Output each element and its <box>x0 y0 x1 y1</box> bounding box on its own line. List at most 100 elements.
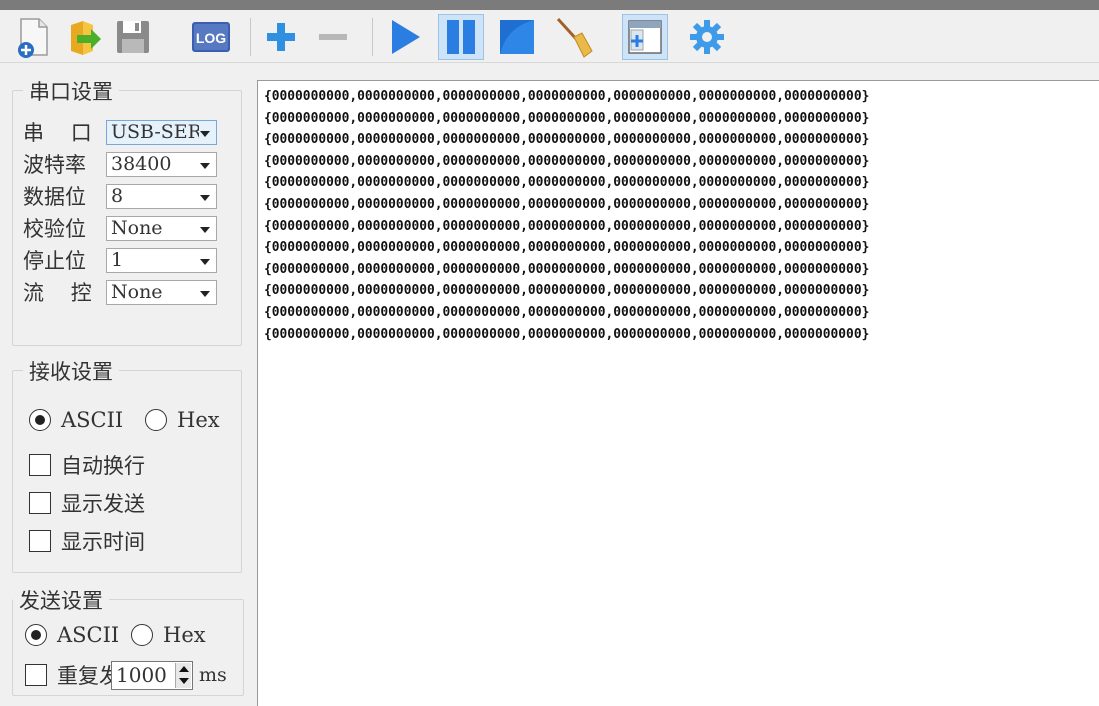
settings-gear-icon <box>690 20 724 54</box>
receive-line: {0000000000,0000000000,0000000000,000000… <box>264 283 870 299</box>
port-select[interactable]: USB-SER <box>106 119 217 145</box>
chevron-down-icon <box>200 290 210 297</box>
showtime-option[interactable]: 显示时间 <box>29 526 145 556</box>
showsend-label: 显示发送 <box>61 492 145 516</box>
settings-panel: 串口设置 串 口 USB-SER 波特率 38400 数据位 8 校验位 Non… <box>0 63 257 706</box>
flow-select[interactable]: None <box>106 279 217 305</box>
chevron-down-icon <box>200 130 210 137</box>
baud-select[interactable]: 38400 <box>106 151 217 177</box>
new-file-icon <box>18 18 48 58</box>
play-button[interactable] <box>382 14 428 60</box>
stopbits-label: 停止位 <box>23 249 86 273</box>
pause-button[interactable] <box>438 14 484 60</box>
settings-button[interactable] <box>684 14 730 60</box>
receive-line: {0000000000,0000000000,0000000000,000000… <box>264 110 870 126</box>
add-window-button[interactable] <box>622 14 668 60</box>
save-disk-icon <box>117 21 149 53</box>
log-button[interactable]: LOG <box>188 14 234 60</box>
receive-settings-title: 接收设置 <box>23 356 119 386</box>
spin-buttons[interactable] <box>175 662 191 688</box>
databits-value: 8 <box>111 185 124 207</box>
repeat-interval-spinbox[interactable]: 1000 <box>111 660 193 690</box>
receive-line: {0000000000,0000000000,0000000000,000000… <box>264 261 870 277</box>
receive-hex-label: Hex <box>177 408 220 432</box>
port-row: 串 口 USB-SER <box>23 117 217 147</box>
remove-icon <box>319 34 347 40</box>
receive-line: {0000000000,0000000000,0000000000,000000… <box>264 218 870 234</box>
port-label: 串 口 <box>23 121 92 145</box>
log-icon: LOG <box>192 22 230 52</box>
send-settings-group: 发送设置 ASCII Hex 重复发 1000 ms <box>12 585 244 696</box>
receive-line: {0000000000,0000000000,0000000000,000000… <box>264 89 870 104</box>
receive-line: {0000000000,0000000000,0000000000,000000… <box>264 326 870 342</box>
send-ascii-radio[interactable] <box>25 624 47 646</box>
chevron-down-icon <box>200 258 210 265</box>
add-icon <box>267 23 295 51</box>
databits-label: 数据位 <box>23 185 86 209</box>
receive-text-area[interactable]: {0000000000,0000000000,0000000000,000000… <box>257 80 1099 706</box>
chevron-down-icon <box>200 162 210 169</box>
add-button[interactable] <box>258 14 304 60</box>
serial-settings-title: 串口设置 <box>23 76 119 106</box>
baud-label: 波特率 <box>23 153 86 177</box>
spin-up-icon[interactable] <box>178 665 189 672</box>
receive-ascii-radio[interactable] <box>29 409 51 431</box>
receive-hex-radio[interactable] <box>145 409 167 431</box>
stopbits-value: 1 <box>111 249 124 271</box>
clear-button[interactable] <box>550 14 596 60</box>
send-hex-radio[interactable] <box>131 624 153 646</box>
databits-select[interactable]: 8 <box>106 183 217 209</box>
toolbar: LOG <box>0 10 1099 63</box>
autowrap-checkbox[interactable] <box>29 454 51 476</box>
send-hex-label: Hex <box>163 623 206 647</box>
stop-button[interactable] <box>494 14 540 60</box>
baud-row: 波特率 38400 <box>23 149 217 179</box>
send-ascii-label: ASCII <box>57 623 120 647</box>
repeat-interval-value: 1000 <box>116 663 167 687</box>
spin-down-icon[interactable] <box>178 678 189 685</box>
toolbar-separator <box>250 18 251 56</box>
autowrap-label: 自动换行 <box>61 454 145 478</box>
databits-row: 数据位 8 <box>23 181 217 211</box>
receive-ascii-option[interactable]: ASCII <box>29 408 123 432</box>
repeat-unit-label: ms <box>199 664 227 686</box>
log-icon-text: LOG <box>196 30 226 46</box>
repeat-option: 重复发 1000 ms <box>25 660 227 690</box>
receive-line: {0000000000,0000000000,0000000000,000000… <box>264 240 870 256</box>
receive-ascii-label: ASCII <box>61 408 124 432</box>
showsend-checkbox[interactable] <box>29 492 51 514</box>
pause-icon <box>447 20 475 54</box>
chevron-down-icon <box>200 194 210 201</box>
send-settings-title: 发送设置 <box>13 585 109 615</box>
receive-line: {0000000000,0000000000,0000000000,000000… <box>264 196 870 212</box>
remove-button[interactable] <box>310 14 356 60</box>
showsend-option[interactable]: 显示发送 <box>29 488 145 518</box>
receive-line: {0000000000,0000000000,0000000000,000000… <box>264 175 870 191</box>
autowrap-option[interactable]: 自动换行 <box>29 450 145 480</box>
receive-line: {0000000000,0000000000,0000000000,000000… <box>264 153 870 169</box>
receive-line: {0000000000,0000000000,0000000000,000000… <box>264 304 870 320</box>
stopbits-select[interactable]: 1 <box>106 247 217 273</box>
broom-icon <box>556 17 593 58</box>
parity-row: 校验位 None <box>23 213 217 243</box>
send-hex-option[interactable]: Hex <box>131 623 206 647</box>
receive-hex-option[interactable]: Hex <box>145 408 220 432</box>
receive-settings-group: 接收设置 ASCII Hex 自动换行 显示发送 显示时间 <box>12 356 242 573</box>
flow-row: 流 控 None <box>23 277 217 307</box>
new-file-button[interactable] <box>10 14 56 60</box>
play-icon <box>392 20 420 54</box>
receive-lines: {0000000000,0000000000,0000000000,000000… <box>258 81 1099 345</box>
flow-value: None <box>111 281 163 303</box>
serial-settings-group: 串口设置 串 口 USB-SER 波特率 38400 数据位 8 校验位 Non… <box>12 76 242 346</box>
open-folder-icon <box>71 21 101 55</box>
showtime-checkbox[interactable] <box>29 530 51 552</box>
parity-select[interactable]: None <box>106 215 217 241</box>
repeat-checkbox[interactable] <box>25 664 47 686</box>
open-button[interactable] <box>60 14 106 60</box>
port-value: USB-SER <box>111 121 199 143</box>
send-ascii-option[interactable]: ASCII <box>25 623 119 647</box>
save-button[interactable] <box>110 14 156 60</box>
window-top-bar <box>0 0 1099 10</box>
add-window-icon <box>628 20 662 54</box>
toolbar-separator <box>372 18 373 56</box>
